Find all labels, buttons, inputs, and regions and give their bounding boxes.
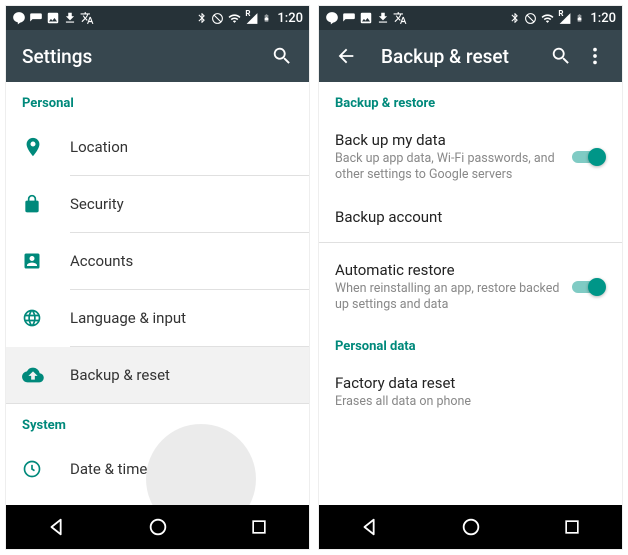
do-not-disturb-icon xyxy=(211,12,224,25)
nav-back-button[interactable] xyxy=(46,516,68,538)
pref-summary: Erases all data on phone xyxy=(335,394,598,410)
wifi-icon xyxy=(540,12,555,25)
list-item-security[interactable]: Security xyxy=(6,176,309,232)
list-item-backup[interactable]: Backup & reset xyxy=(6,347,309,403)
cloud-upload-icon xyxy=(22,364,70,386)
hangouts-icon xyxy=(325,11,339,25)
battery-icon xyxy=(262,11,271,25)
app-bar: Backup & reset xyxy=(319,30,622,82)
pref-factory-reset[interactable]: Factory data reset Erases all data on ph… xyxy=(319,362,622,422)
navigation-bar xyxy=(6,505,309,549)
image-icon xyxy=(46,11,60,25)
pref-title: Automatic restore xyxy=(335,261,562,279)
list-item-label: Location xyxy=(70,138,293,156)
list-item-datetime[interactable]: Date & time xyxy=(6,441,309,497)
bluetooth-icon xyxy=(509,12,521,24)
nav-back-button[interactable] xyxy=(359,516,381,538)
switch-backup-data[interactable] xyxy=(570,147,606,167)
pref-list: Backup & restore Back up my data Back up… xyxy=(319,82,622,505)
pref-title: Factory data reset xyxy=(335,374,598,392)
download-icon xyxy=(63,11,77,25)
list-item-location[interactable]: Location xyxy=(6,119,309,175)
section-backup-restore: Backup & restore xyxy=(319,82,622,119)
hangouts-icon xyxy=(12,11,26,25)
page-title: Settings xyxy=(22,45,259,68)
section-system: System xyxy=(6,404,309,441)
status-bar: R 1:20 xyxy=(6,6,309,30)
navigation-bar xyxy=(319,505,622,549)
overflow-menu-icon[interactable] xyxy=(584,45,606,67)
pref-summary: Back up app data, Wi-Fi passwords, and o… xyxy=(335,151,562,184)
nav-recent-button[interactable] xyxy=(562,517,582,537)
list-item-label: Security xyxy=(70,195,293,213)
section-personal-data: Personal data xyxy=(319,325,622,362)
pref-title: Back up my data xyxy=(335,131,562,149)
list-item-label: Date & time xyxy=(70,460,293,478)
screen-backup-reset: R 1:20 Backup & reset Backup & restore B… xyxy=(319,6,622,549)
wifi-icon xyxy=(227,12,242,25)
bluetooth-icon xyxy=(196,12,208,24)
signal-icon: R xyxy=(245,12,259,25)
back-button[interactable] xyxy=(335,45,357,67)
lock-icon xyxy=(22,194,70,214)
list-item-label: Backup & reset xyxy=(70,366,293,384)
settings-list: Personal Location Security Accounts Lang… xyxy=(6,82,309,505)
search-icon[interactable] xyxy=(550,45,572,67)
msg-icon xyxy=(29,11,43,25)
msg-icon xyxy=(342,11,356,25)
clock-icon xyxy=(22,459,70,479)
translate-icon xyxy=(393,11,407,25)
globe-icon xyxy=(22,308,70,328)
pref-title: Backup account xyxy=(335,208,598,226)
pref-backup-my-data[interactable]: Back up my data Back up app data, Wi-Fi … xyxy=(319,119,622,196)
status-time: 1:20 xyxy=(277,11,303,26)
do-not-disturb-icon xyxy=(524,12,537,25)
pref-summary: When reinstalling an app, restore backed… xyxy=(335,281,562,314)
pref-backup-account[interactable]: Backup account xyxy=(319,196,622,238)
battery-icon xyxy=(575,11,584,25)
list-item-language[interactable]: Language & input xyxy=(6,290,309,346)
list-item-accounts[interactable]: Accounts xyxy=(6,233,309,289)
location-icon xyxy=(22,136,70,158)
pref-automatic-restore[interactable]: Automatic restore When reinstalling an a… xyxy=(319,249,622,326)
page-title: Backup & reset xyxy=(381,45,538,68)
section-personal: Personal xyxy=(6,82,309,119)
nav-home-button[interactable] xyxy=(147,516,169,538)
app-bar: Settings xyxy=(6,30,309,82)
list-item-label: Language & input xyxy=(70,309,293,327)
account-icon xyxy=(22,251,70,271)
nav-recent-button[interactable] xyxy=(249,517,269,537)
list-item-label: Accounts xyxy=(70,252,293,270)
image-icon xyxy=(359,11,373,25)
screen-settings: R 1:20 Settings Personal Location Securi… xyxy=(6,6,309,549)
status-bar: R 1:20 xyxy=(319,6,622,30)
search-icon[interactable] xyxy=(271,45,293,67)
nav-home-button[interactable] xyxy=(460,516,482,538)
status-time: 1:20 xyxy=(590,11,616,26)
switch-auto-restore[interactable] xyxy=(570,277,606,297)
translate-icon xyxy=(80,11,94,25)
signal-icon: R xyxy=(558,12,572,25)
download-icon xyxy=(376,11,390,25)
